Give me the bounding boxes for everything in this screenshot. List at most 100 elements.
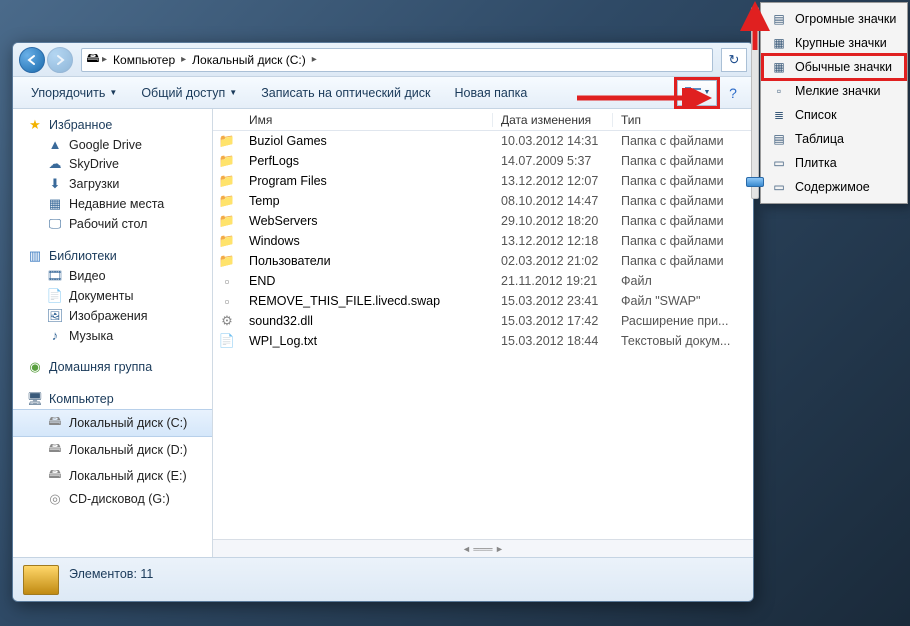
explorer-window: 🖴 ▸ Компьютер ▸ Локальный диск (C:) ▸ ↻ … [12,42,754,602]
txt-icon: 📄 [219,333,235,349]
sidebar-item[interactable]: 📄Документы [13,286,212,306]
sidebar-item[interactable]: ☁SkyDrive [13,154,212,174]
sidebar-libraries-label: Библиотеки [49,249,117,263]
view-icon: ▭ [771,180,787,194]
view-menu-item[interactable]: ▭ Содержимое [763,175,905,199]
folder-icon: 📁 [219,193,235,209]
recent-icon: ▦ [47,196,63,212]
sidebar-homegroup-label: Домашняя группа [49,360,152,374]
view-menu: ▤ Огромные значки ▦ Крупные значки ▦ Обы… [760,2,908,204]
breadcrumb-computer[interactable]: Компьютер [107,53,181,67]
file-name: WebServers [241,214,493,228]
change-view-button[interactable]: ▼ [677,80,717,106]
file-date: 21.11.2012 19:21 [493,274,613,288]
file-type: Папка с файлами [613,234,753,248]
view-menu-label: Содержимое [795,180,870,194]
sidebar-libraries-head[interactable]: ▥ Библиотеки [13,246,212,266]
file-row[interactable]: 📄 WPI_Log.txt 15.03.2012 18:44 Текстовый… [213,331,753,351]
file-row[interactable]: ▫ REMOVE_THIS_FILE.livecd.swap 15.03.201… [213,291,753,311]
sidebar-item-drive[interactable]: 🖴Локальный диск (C:) [13,409,212,437]
folder-icon: 📁 [219,213,235,229]
file-row[interactable]: 📁 WebServers 29.10.2012 18:20 Папка с фа… [213,211,753,231]
sidebar-item-drive[interactable]: 🖴 Локальный диск (E:) [13,463,212,489]
view-slider-thumb[interactable] [746,177,764,187]
view-menu-label: Список [795,108,837,122]
file-type: Файл [613,274,753,288]
sidebar-item-drive[interactable]: ◎CD-дисковод (G:) [13,489,212,509]
view-menu-item[interactable]: ▦ Обычные значки [763,55,905,79]
file-name: PerfLogs [241,154,493,168]
share-button[interactable]: Общий доступ ▼ [131,82,247,104]
view-menu-item[interactable]: ≣ Список [763,103,905,127]
nav-back-button[interactable] [19,47,45,73]
file-name: Windows [241,234,493,248]
sidebar-item[interactable]: ⬇Загрузки [13,174,212,194]
view-menu-item[interactable]: ▫ Мелкие значки [763,79,905,103]
view-icon: ▦ [771,60,787,74]
view-menu-item[interactable]: ▤ Таблица [763,127,905,151]
sidebar-homegroup-head[interactable]: ◉ Домашняя группа [13,357,212,377]
sidebar-item-label: Google Drive [69,138,142,152]
sidebar-item-label: Недавние места [69,197,164,211]
sidebar-computer-head[interactable]: 🖥 Компьютер [13,389,212,409]
view-menu-item[interactable]: ▦ Крупные значки [763,31,905,55]
sidebar-item[interactable]: ▦ Недавние места [13,194,212,214]
file-type: Папка с файлами [613,254,753,268]
file-row[interactable]: 📁 Windows 13.12.2012 12:18 Папка с файла… [213,231,753,251]
sidebar-item[interactable]: ▲ Google Drive [13,135,212,154]
view-icon: ▫ [771,84,787,98]
file-row[interactable]: 📁 Temp 08.10.2012 14:47 Папка с файлами [213,191,753,211]
status-bar: Элементов: 11 [13,557,753,601]
new-folder-button[interactable]: Новая папка [444,82,537,104]
sidebar-item[interactable]: 🖵Рабочий стол [13,214,212,234]
file-name: Program Files [241,174,493,188]
file-type: Папка с файлами [613,214,753,228]
sidebar-item[interactable]: 🎞Видео [13,266,212,286]
file-type: Папка с файлами [613,194,753,208]
view-menu-item[interactable]: ▤ Огромные значки [763,7,905,31]
file-row[interactable]: 📁 Пользователи 02.03.2012 21:02 Папка с … [213,251,753,271]
file-row[interactable]: 📁 Program Files 13.12.2012 12:07 Папка с… [213,171,753,191]
sidebar-item-label: Локальный диск (E:) [69,469,187,483]
chevron-right-icon: ▸ [312,54,317,65]
file-list: Имя Дата изменения Тип 📁 Buziol Games 10… [213,109,753,557]
file-name: Buziol Games [241,134,493,148]
help-button[interactable]: ? [721,85,745,101]
col-name[interactable]: Имя [241,113,493,127]
sidebar-item[interactable]: ♪Музыка [13,326,212,345]
view-menu-item[interactable]: ▭ Плитка [763,151,905,175]
view-slider-track[interactable] [751,7,759,199]
file-date: 15.03.2012 17:42 [493,314,613,328]
disk-icon: 🖴 [47,412,63,434]
disk-icon: 🖴 [47,465,63,487]
libraries-icon: ▥ [27,248,43,264]
nav-forward-button[interactable] [47,47,73,73]
refresh-button[interactable]: ↻ [721,48,747,72]
sidebar-item-label: Локальный диск (D:) [69,443,187,457]
breadcrumb[interactable]: 🖴 ▸ Компьютер ▸ Локальный диск (C:) ▸ [81,48,713,72]
video-icon: 🎞 [47,268,63,284]
file-row[interactable]: ⚙ sound32.dll 15.03.2012 17:42 Расширени… [213,311,753,331]
view-menu-label: Плитка [795,156,837,170]
sidebar-favorites-head[interactable]: ★ Избранное [13,115,212,135]
horizontal-scrollbar[interactable]: ◄ ═══ ► [213,539,753,557]
view-icon: ▦ [771,36,787,50]
col-type[interactable]: Тип [613,113,753,127]
sidebar-favorites: ★ Избранное ▲ Google Drive ☁SkyDrive⬇Загру… [13,115,212,234]
file-row[interactable]: ▫ END 21.11.2012 19:21 Файл [213,271,753,291]
gdrive-icon: ▲ [47,137,63,152]
view-icon: ▤ [771,12,787,26]
file-row[interactable]: 📁 PerfLogs 14.07.2009 5:37 Папка с файла… [213,151,753,171]
file-row[interactable]: 📁 Buziol Games 10.03.2012 14:31 Папка с … [213,131,753,151]
burn-button[interactable]: Записать на оптический диск [251,82,440,104]
sidebar-item-label: SkyDrive [69,157,119,171]
view-icon: ▤ [771,132,787,146]
breadcrumb-drive-c[interactable]: Локальный диск (C:) [186,53,312,67]
organize-button[interactable]: Упорядочить ▼ [21,82,127,104]
highlight-box [674,77,720,109]
sidebar-item-drive[interactable]: 🖴Локальный диск (D:) [13,437,212,463]
col-date[interactable]: Дата изменения [493,113,613,127]
explorer-body: ★ Избранное ▲ Google Drive ☁SkyDrive⬇Загру… [13,109,753,557]
docs-icon: 📄 [47,288,63,304]
sidebar-item[interactable]: 🖼Изображения [13,306,212,326]
